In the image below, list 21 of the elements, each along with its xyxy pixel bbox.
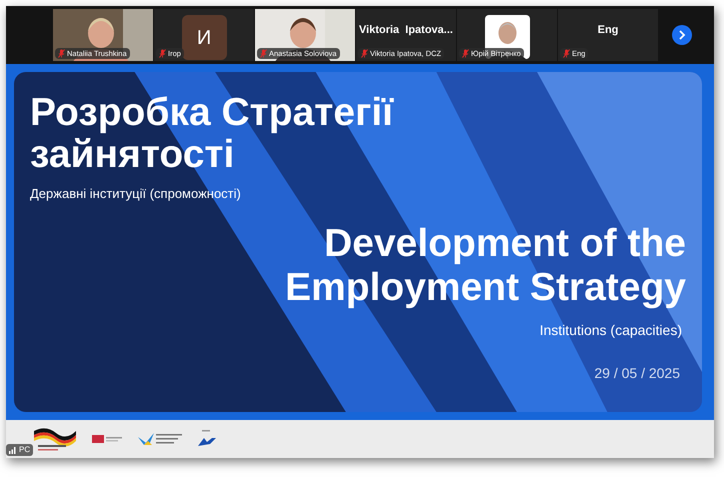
next-page-button[interactable] <box>672 25 692 45</box>
slide-subtitle: Institutions (capacities) <box>540 320 682 340</box>
slide-title: Розробка Стратегії зайнятості <box>30 92 395 176</box>
signal-icon <box>9 446 17 454</box>
muted-mic-icon <box>159 49 166 58</box>
avatar: И <box>182 15 226 60</box>
ministry-logo <box>138 431 184 447</box>
chevron-right-icon <box>678 30 686 40</box>
giz-logo <box>92 433 124 445</box>
employment-service-logo <box>198 430 216 448</box>
muted-mic-icon <box>462 49 469 58</box>
muted-mic-icon <box>361 49 368 58</box>
muted-mic-icon <box>58 49 65 58</box>
slide-date: 29 / 05 / 2025 <box>594 364 680 382</box>
participant-display-name: Eng <box>598 22 618 38</box>
slide-subtitle: Державні інституції (спроможності) <box>30 185 242 203</box>
muted-mic-icon <box>260 49 267 58</box>
muted-mic-icon <box>563 49 570 58</box>
participant-display-name: Viktoria Ipatova... <box>359 22 453 38</box>
slide-title: Development of the Employment Strategy <box>284 222 686 310</box>
connection-label: PC <box>19 445 30 455</box>
